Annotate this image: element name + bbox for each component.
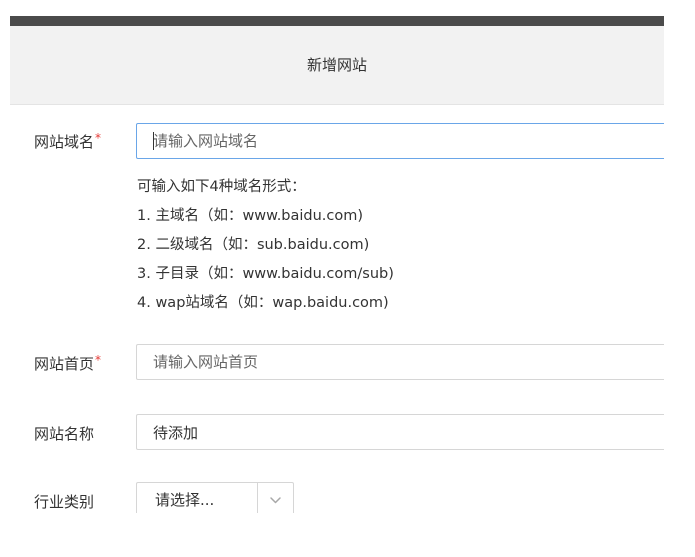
dialog-frame: 新增网站 网站域名* 可输入如下4种域名形式： 1. 主域名（如：www.bai… [10,16,664,513]
homepage-label: 网站首页* [34,353,101,374]
domain-required-mark: * [95,131,102,145]
domain-input[interactable] [136,123,664,159]
dialog-title: 新增网站 [306,56,367,74]
homepage-input[interactable] [136,344,664,380]
domain-hint-item: 3. 子目录（如：www.baidu.com/sub) [137,266,394,282]
domain-label-text: 网站域名 [34,133,95,151]
window-top-bar [10,16,664,26]
domain-label: 网站域名* [34,131,101,152]
domain-hint-item: 1. 主域名（如：www.baidu.com) [137,208,364,224]
industry-select-value: 请选择... [155,491,215,509]
text-caret [153,132,154,150]
industry-label: 行业类别 [34,493,95,511]
site-name-label: 网站名称 [34,425,95,443]
chevron-down-icon[interactable] [258,483,293,513]
industry-select[interactable]: 请选择... [136,482,294,513]
domain-hint-item: 4. wap站域名（如：wap.baidu.com) [137,295,389,311]
site-name-input[interactable] [136,414,664,450]
dialog-header: 新增网站 [10,26,664,105]
homepage-required-mark: * [95,353,102,367]
domain-hint-item: 2. 二级域名（如：sub.baidu.com) [137,237,370,253]
domain-hint-intro: 可输入如下4种域名形式： [137,179,306,195]
homepage-label-text: 网站首页 [34,355,95,373]
